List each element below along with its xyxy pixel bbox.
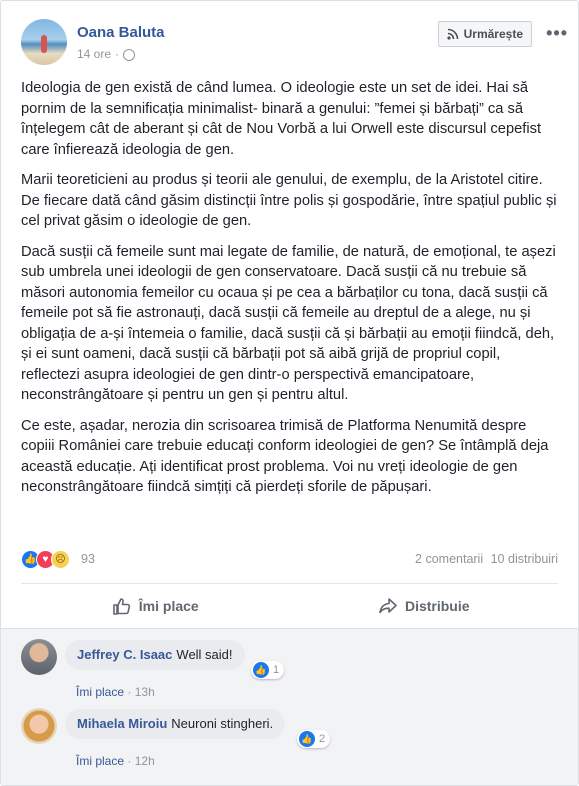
comment-meta: Îmi place · 13h [76,685,155,699]
comment-time[interactable]: 13h [135,685,155,699]
post-paragraph: Ce este, așadar, nerozia din scrisoarea … [21,417,549,496]
post-paragraph: Marii teoreticieni au produs și teorii a… [21,172,557,229]
post-paragraph: Dacă susții că femeile sunt mai legate d… [21,243,556,404]
post-meta: 14 ore · [77,47,136,61]
comment-reactions[interactable]: 👍 1 [251,661,285,679]
share-arrow-icon [379,598,397,614]
commenter-avatar[interactable] [21,639,57,675]
comment-meta: Îmi place · 12h [76,754,155,768]
post-actions: Îmi place Distribuie [21,584,558,628]
reactions-count[interactable]: 93 [81,552,95,566]
comments-section: Jeffrey C. Isaac Well said! 👍 1 Îmi place… [1,628,578,785]
post-time[interactable]: 14 ore [77,47,111,61]
follow-button[interactable]: Urmărește [437,21,532,47]
shares-count[interactable]: 10 distribuiri [491,552,558,566]
reaction-icons[interactable]: 👍 ♥ ☹ [21,550,70,569]
sad-reaction-icon: ☹ [51,550,70,569]
post-text: Ideologia de gen există de când lumea. O… [21,78,561,508]
engagement-counts: 2 comentarii 10 distribuiri [411,552,558,566]
like-button-label: Îmi place [138,598,199,614]
comment-like-link[interactable]: Îmi place [76,685,124,699]
meta-separator: · [115,47,120,61]
share-button-label: Distribuie [404,598,470,614]
comment-text: Well said! [176,647,233,662]
commenter-name[interactable]: Jeffrey C. Isaac [77,647,172,662]
comment-like-link[interactable]: Îmi place [76,754,124,768]
comments-count[interactable]: 2 comentarii [415,552,483,566]
follow-label: Urmărește [463,27,523,41]
post-header: Oana Baluta 14 ore · Urmărește ••• [21,19,568,67]
more-options-icon[interactable]: ••• [546,23,568,44]
reactions-bar: 👍 ♥ ☹ 93 2 comentarii 10 distribuiri [21,549,558,571]
post-card: Oana Baluta 14 ore · Urmărește ••• Ideol… [0,0,579,786]
commenter-avatar[interactable] [21,708,57,744]
like-button[interactable]: Îmi place [21,584,290,628]
comment-reaction-count: 2 [319,733,326,745]
comment-bubble: Jeffrey C. Isaac Well said! [65,640,245,670]
post-paragraph: Ideologia de gen există de când lumea. O… [21,80,542,158]
comment-text: Neuroni stingheri. [171,716,274,731]
comment-reaction-count: 1 [273,664,280,676]
author-name[interactable]: Oana Baluta [77,24,165,41]
commenter-name[interactable]: Mihaela Miroiu [77,716,167,731]
rss-icon [447,28,458,40]
comment-time[interactable]: 12h [135,754,155,768]
thumbs-up-icon [112,598,130,615]
author-avatar[interactable] [21,19,67,65]
globe-icon[interactable] [123,49,136,61]
comment-bubble: Mihaela Miroiu Neuroni stingheri. [65,709,286,739]
share-button[interactable]: Distribuie [290,584,559,628]
like-reaction-icon: 👍 [299,731,315,747]
like-reaction-icon: 👍 [253,662,269,678]
comment-reactions[interactable]: 👍 2 [297,730,331,748]
